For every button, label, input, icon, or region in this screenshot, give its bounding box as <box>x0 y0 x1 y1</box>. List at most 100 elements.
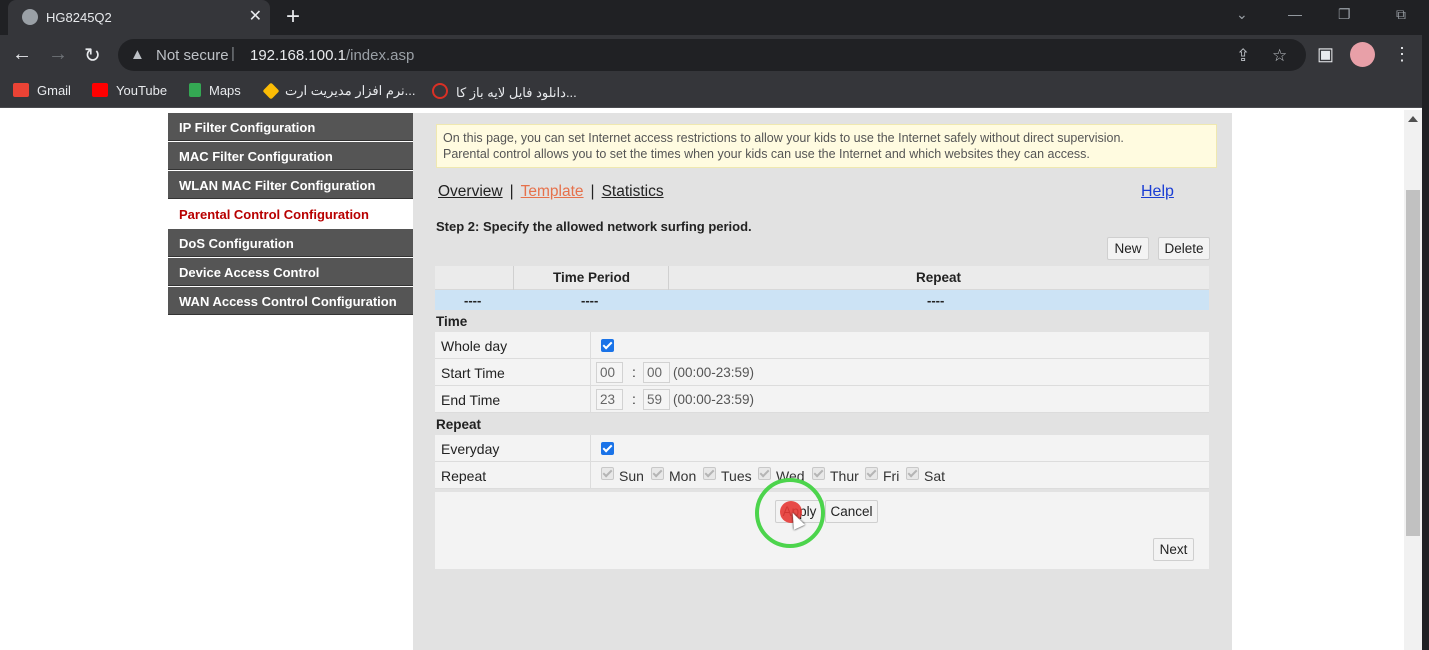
end-time-label: End Time <box>441 392 501 408</box>
table-row[interactable]: ---- ---- ---- <box>435 290 1209 310</box>
day-label: Tues <box>721 468 752 484</box>
bookmark-label: Maps <box>209 83 241 98</box>
nav-separator: | <box>590 183 595 200</box>
globe-icon <box>22 9 38 25</box>
minimize-icon[interactable]: — <box>1288 6 1302 22</box>
url-text: 192.168.100.1/index.asp <box>250 47 414 64</box>
tues-checkbox[interactable] <box>703 467 716 480</box>
sidebar-item-ip-filter[interactable]: IP Filter Configuration <box>168 113 413 141</box>
whole-day-label: Whole day <box>441 338 508 354</box>
repeat-section-heading: Repeat <box>435 413 1209 435</box>
reload-icon[interactable]: ↻ <box>84 43 101 68</box>
cancel-button[interactable]: Cancel <box>825 500 878 523</box>
scrollbar-thumb[interactable] <box>1406 190 1420 536</box>
sun-checkbox[interactable] <box>601 467 614 480</box>
table-cell: ---- <box>464 293 482 308</box>
fri-checkbox[interactable] <box>865 467 878 480</box>
new-button[interactable]: New <box>1107 237 1149 260</box>
maps-icon <box>189 83 201 97</box>
day-label: Sun <box>619 468 644 484</box>
back-icon[interactable]: ← <box>12 43 32 66</box>
sidebar-item-mac-filter[interactable]: MAC Filter Configuration <box>168 142 413 170</box>
everyday-row: Everyday <box>435 435 1209 462</box>
app-icon <box>262 82 280 100</box>
mon-checkbox[interactable] <box>651 467 664 480</box>
tab-statistics[interactable]: Statistics <box>602 183 664 200</box>
repeat-days-row: Repeat Sun Mon Tues Wed Thur Fri Sat <box>435 462 1209 489</box>
table-cell: ---- <box>581 293 599 308</box>
browser-tab[interactable]: HG8245Q2 ✕ <box>8 0 270 35</box>
start-minute-input[interactable]: 00 <box>643 362 670 383</box>
bookmark-label: YouTube <box>116 83 168 98</box>
column-divider <box>668 266 669 290</box>
next-button[interactable]: Next <box>1153 538 1194 561</box>
forward-icon[interactable]: → <box>48 43 68 66</box>
thur-checkbox[interactable] <box>812 467 825 480</box>
window-restore-icon[interactable]: ⧉ <box>1396 6 1406 23</box>
page-scrollbar[interactable] <box>1404 110 1422 650</box>
tab-overview[interactable]: Overview <box>438 183 503 200</box>
whole-day-checkbox[interactable] <box>601 339 614 352</box>
bookmark-gmail[interactable]: Gmail <box>13 83 71 98</box>
sidebar-item-device-access[interactable]: Device Access Control <box>168 258 413 286</box>
profile-avatar[interactable] <box>1350 42 1375 67</box>
sidebar-item-parental-control[interactable]: Parental Control Configuration <box>168 200 413 228</box>
bookmark-maps[interactable]: Maps <box>189 83 241 98</box>
share-icon[interactable]: ⇪ <box>1236 46 1250 66</box>
everyday-checkbox[interactable] <box>601 442 614 455</box>
side-panel-icon[interactable]: ▣ <box>1317 44 1334 65</box>
address-bar[interactable]: ▲ Not secure | 192.168.100.1/index.asp ⇪… <box>118 39 1306 71</box>
bookmark-label: Gmail <box>37 83 71 98</box>
end-hour-input[interactable]: 23 <box>596 389 623 410</box>
column-header-repeat: Repeat <box>916 270 962 285</box>
day-label: Thur <box>830 468 859 484</box>
main-content: On this page, you can set Internet acces… <box>413 113 1232 650</box>
time-colon: : <box>632 391 636 407</box>
bookmark-youtube[interactable]: YouTube <box>92 83 167 98</box>
new-tab-icon[interactable]: + <box>286 3 300 31</box>
security-label: Not secure <box>156 47 229 64</box>
end-time-hint: (00:00-23:59) <box>673 392 755 407</box>
sub-navigation: Overview | Template | Statistics <box>438 183 664 201</box>
tab-search-icon[interactable]: ⌄ <box>1236 6 1248 23</box>
info-line: On this page, you can set Internet acces… <box>443 131 1124 145</box>
bookmark-star-icon[interactable]: ☆ <box>1272 46 1287 66</box>
scroll-up-icon[interactable] <box>1408 116 1418 122</box>
url-path: /index.asp <box>345 47 415 64</box>
table-header: Time Period Repeat <box>435 266 1209 290</box>
divider <box>590 359 591 386</box>
bookmark-label: دانلود فایل لایه باز کا... <box>456 85 577 100</box>
start-time-row: Start Time 00 : 00 (00:00-23:59) <box>435 359 1209 386</box>
everyday-label: Everyday <box>441 441 500 457</box>
divider: | <box>231 45 235 62</box>
sidebar-item-wan-access[interactable]: WAN Access Control Configuration <box>168 287 413 315</box>
bookmark-download[interactable]: دانلود فایل لایه باز کا... <box>432 83 577 101</box>
restore-icon[interactable]: ❐ <box>1338 6 1351 23</box>
bookmark-app[interactable]: نرم افزار مدیریت ارت... <box>262 82 416 100</box>
help-link[interactable]: Help <box>1141 183 1174 201</box>
divider <box>590 462 591 489</box>
delete-button[interactable]: Delete <box>1158 237 1210 260</box>
step-title: Step 2: Specify the allowed network surf… <box>436 219 752 234</box>
bookmark-label: نرم افزار مدیریت ارت... <box>285 83 416 98</box>
whole-day-row: Whole day <box>435 332 1209 359</box>
sidebar-item-dos[interactable]: DoS Configuration <box>168 229 413 257</box>
download-icon <box>432 83 448 99</box>
end-minute-input[interactable]: 59 <box>643 389 670 410</box>
sidebar-menu: IP Filter Configuration MAC Filter Confi… <box>168 113 413 650</box>
divider <box>590 435 591 462</box>
start-time-label: Start Time <box>441 365 505 381</box>
wed-checkbox[interactable] <box>758 467 771 480</box>
sidebar-item-wlan-mac-filter[interactable]: WLAN MAC Filter Configuration <box>168 171 413 199</box>
start-hour-input[interactable]: 00 <box>596 362 623 383</box>
tab-template[interactable]: Template <box>521 183 584 200</box>
day-label: Fri <box>883 468 900 484</box>
end-time-row: End Time 23 : 59 (00:00-23:59) <box>435 386 1209 413</box>
table-cell: ---- <box>927 293 945 308</box>
info-line: Parental control allows you to set the t… <box>443 147 1090 161</box>
menu-icon[interactable]: ⋮ <box>1393 44 1411 65</box>
sat-checkbox[interactable] <box>906 467 919 480</box>
browser-toolbar: ← → ↻ ▲ Not secure | 192.168.100.1/index… <box>0 35 1429 75</box>
close-tab-icon[interactable]: ✕ <box>249 6 262 26</box>
bookmarks-bar: Gmail YouTube Maps نرم افزار مدیریت ارت.… <box>0 75 1429 108</box>
